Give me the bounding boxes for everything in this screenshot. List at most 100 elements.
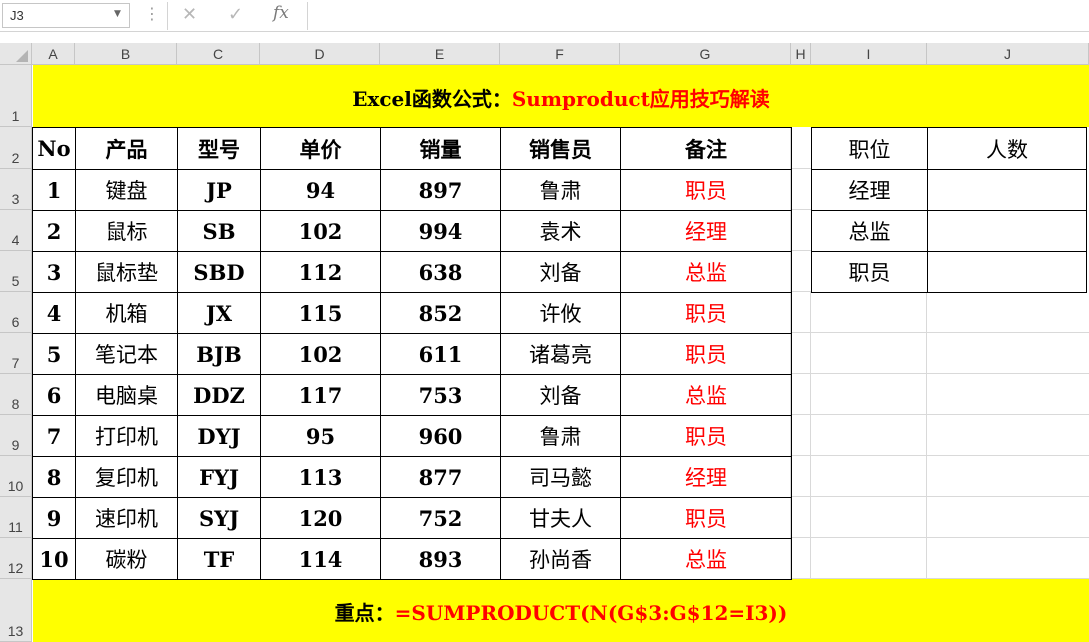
- column-header-i[interactable]: I: [811, 43, 927, 65]
- table-cell[interactable]: 经理: [620, 210, 792, 252]
- table-cell[interactable]: 鼠标垫: [75, 251, 178, 293]
- row-header-10[interactable]: 10: [0, 456, 32, 497]
- table-cell[interactable]: DDZ: [177, 374, 261, 416]
- row-header-8[interactable]: 8: [0, 374, 32, 415]
- table-cell[interactable]: 960: [380, 415, 501, 457]
- table-cell[interactable]: 3: [32, 251, 76, 293]
- table-cell[interactable]: 752: [380, 497, 501, 539]
- table-cell[interactable]: BJB: [177, 333, 261, 375]
- name-box[interactable]: J3: [2, 3, 130, 28]
- row-header-6[interactable]: 6: [0, 292, 32, 333]
- row-header-5[interactable]: 5: [0, 251, 32, 292]
- row-header-12[interactable]: 12: [0, 538, 32, 579]
- table-cell[interactable]: [927, 169, 1087, 211]
- table-cell[interactable]: 994: [380, 210, 501, 252]
- table-cell[interactable]: 职员: [620, 415, 792, 457]
- table-cell[interactable]: 碳粉: [75, 538, 178, 580]
- table-cell[interactable]: 职员: [620, 292, 792, 334]
- table-cell[interactable]: 职员: [620, 497, 792, 539]
- table-cell[interactable]: 职员: [620, 333, 792, 375]
- formula-input[interactable]: [310, 3, 1086, 28]
- row-header-7[interactable]: 7: [0, 333, 32, 374]
- row-header-13[interactable]: 13: [0, 579, 32, 642]
- cancel-icon[interactable]: ✕: [182, 4, 197, 25]
- table-cell[interactable]: 113: [260, 456, 381, 498]
- table-cell[interactable]: 经理: [811, 169, 928, 211]
- table-cell[interactable]: 8: [32, 456, 76, 498]
- table-cell[interactable]: [927, 251, 1087, 293]
- table-cell[interactable]: 102: [260, 210, 381, 252]
- table-cell[interactable]: TF: [177, 538, 261, 580]
- table-cell[interactable]: 总监: [620, 538, 792, 580]
- column-header-g[interactable]: G: [620, 43, 791, 65]
- table-cell[interactable]: 4: [32, 292, 76, 334]
- table-cell[interactable]: 键盘: [75, 169, 178, 211]
- table-cell[interactable]: 电脑桌: [75, 374, 178, 416]
- row-header-4[interactable]: 4: [0, 210, 32, 251]
- table-cell[interactable]: 10: [32, 538, 76, 580]
- table-cell[interactable]: 鲁肃: [500, 415, 621, 457]
- row-header-11[interactable]: 11: [0, 497, 32, 538]
- table-cell[interactable]: 7: [32, 415, 76, 457]
- table-cell[interactable]: 852: [380, 292, 501, 334]
- table-cell[interactable]: 753: [380, 374, 501, 416]
- row-header-3[interactable]: 3: [0, 169, 32, 210]
- table-cell[interactable]: 638: [380, 251, 501, 293]
- table-cell[interactable]: 袁术: [500, 210, 621, 252]
- table-cell[interactable]: [927, 210, 1087, 252]
- column-header-cell[interactable]: 销售员: [500, 127, 621, 170]
- column-header-cell[interactable]: No: [32, 127, 76, 170]
- column-header-f[interactable]: F: [500, 43, 620, 65]
- column-header-c[interactable]: C: [177, 43, 260, 65]
- enter-icon[interactable]: ✓: [228, 4, 243, 25]
- table-cell[interactable]: 120: [260, 497, 381, 539]
- table-cell[interactable]: JP: [177, 169, 261, 211]
- table-cell[interactable]: 5: [32, 333, 76, 375]
- table-cell[interactable]: 笔记本: [75, 333, 178, 375]
- column-header-cell[interactable]: 单价: [260, 127, 381, 170]
- table-cell[interactable]: 94: [260, 169, 381, 211]
- table-cell[interactable]: 102: [260, 333, 381, 375]
- column-header-a[interactable]: A: [32, 43, 75, 65]
- table-cell[interactable]: 112: [260, 251, 381, 293]
- column-header-b[interactable]: B: [75, 43, 177, 65]
- table-cell[interactable]: 877: [380, 456, 501, 498]
- table-cell[interactable]: 611: [380, 333, 501, 375]
- table-cell[interactable]: 117: [260, 374, 381, 416]
- table-cell[interactable]: SYJ: [177, 497, 261, 539]
- table-cell[interactable]: 鼠标: [75, 210, 178, 252]
- table-cell[interactable]: 职员: [620, 169, 792, 211]
- table-cell[interactable]: DYJ: [177, 415, 261, 457]
- table-cell[interactable]: 机箱: [75, 292, 178, 334]
- table-cell[interactable]: 甘夫人: [500, 497, 621, 539]
- table-cell[interactable]: 刘备: [500, 374, 621, 416]
- table-cell[interactable]: 职员: [811, 251, 928, 293]
- table-cell[interactable]: SBD: [177, 251, 261, 293]
- table-cell[interactable]: 115: [260, 292, 381, 334]
- column-header-e[interactable]: E: [380, 43, 500, 65]
- column-header-cell[interactable]: 人数: [927, 127, 1087, 170]
- chevron-down-icon[interactable]: ▼: [114, 9, 121, 19]
- table-cell[interactable]: 刘备: [500, 251, 621, 293]
- column-header-d[interactable]: D: [260, 43, 380, 65]
- title-cell[interactable]: Excel函数公式：Sumproduct应用技巧解读: [33, 65, 1089, 127]
- table-cell[interactable]: 9: [32, 497, 76, 539]
- row-header-1[interactable]: 1: [0, 65, 32, 127]
- table-cell[interactable]: 速印机: [75, 497, 178, 539]
- row-header-9[interactable]: 9: [0, 415, 32, 456]
- table-cell[interactable]: 司马懿: [500, 456, 621, 498]
- insert-function-icon[interactable]: fx: [273, 3, 289, 23]
- row-header-2[interactable]: 2: [0, 127, 32, 169]
- table-cell[interactable]: 许攸: [500, 292, 621, 334]
- table-cell[interactable]: 897: [380, 169, 501, 211]
- table-cell[interactable]: SB: [177, 210, 261, 252]
- table-cell[interactable]: 总监: [811, 210, 928, 252]
- formula-note-cell[interactable]: 重点：=SUMPRODUCT(N(G$3:G$12=I3)): [33, 579, 1089, 642]
- column-header-cell[interactable]: 销量: [380, 127, 501, 170]
- table-cell[interactable]: 总监: [620, 251, 792, 293]
- column-header-cell[interactable]: 职位: [811, 127, 928, 170]
- table-cell[interactable]: 复印机: [75, 456, 178, 498]
- table-cell[interactable]: 鲁肃: [500, 169, 621, 211]
- table-cell[interactable]: JX: [177, 292, 261, 334]
- table-cell[interactable]: 总监: [620, 374, 792, 416]
